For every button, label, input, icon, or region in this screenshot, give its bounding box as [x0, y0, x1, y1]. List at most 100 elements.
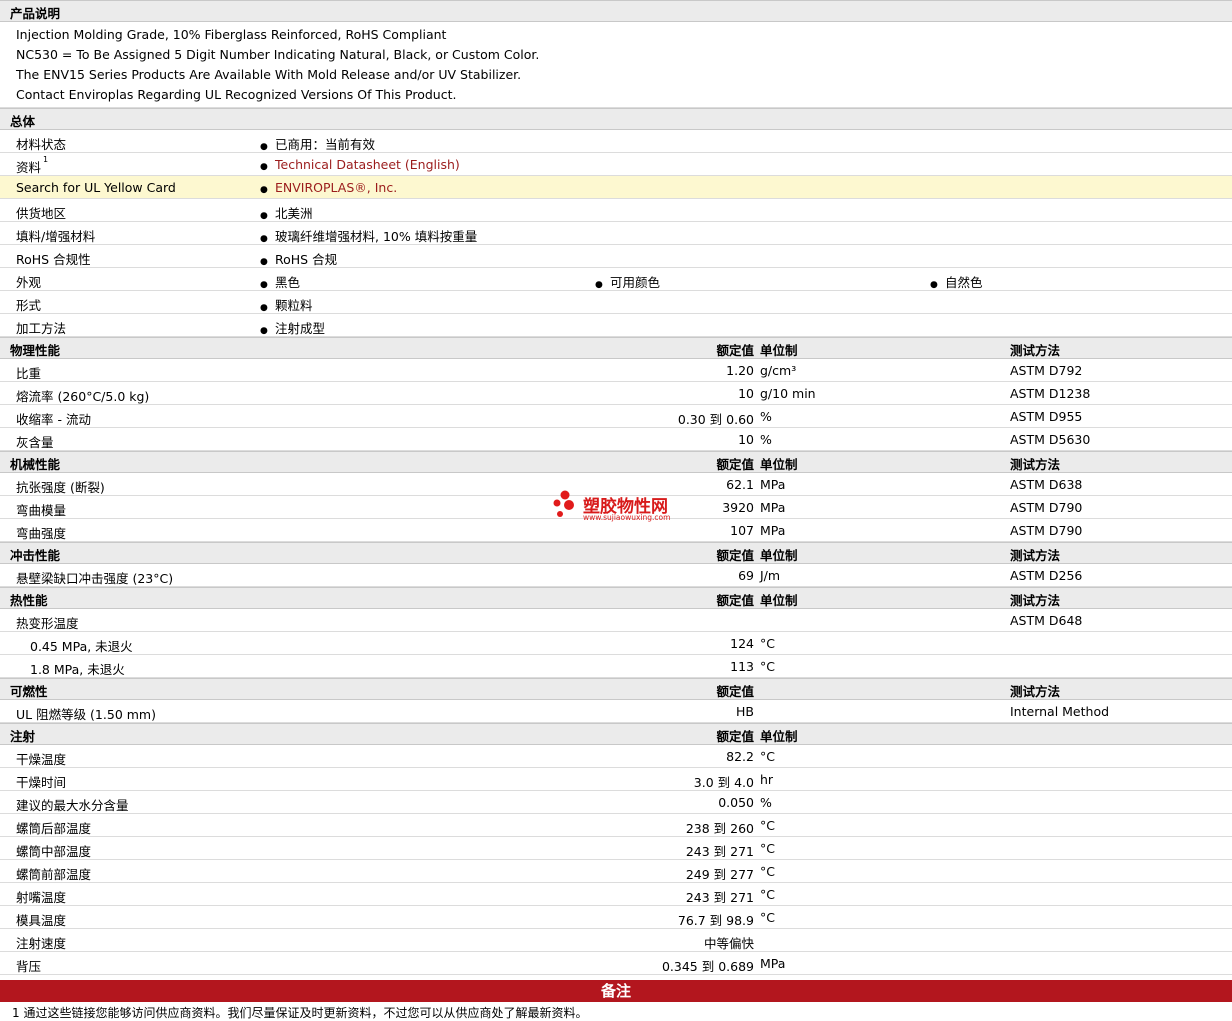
property-label: 干燥温度: [16, 752, 67, 767]
row-label-text: 加工方法: [16, 321, 67, 336]
description-line: Contact Enviroplas Regarding UL Recogniz…: [16, 87, 457, 102]
bullet-icon: ●: [260, 234, 268, 244]
property-unit: °C: [760, 841, 775, 856]
property-unit: MPa: [760, 523, 786, 538]
general-row: 填料/增强材料 ● 玻璃纤维增强材料, 10% 填料按重量: [0, 222, 1232, 245]
property-value: 238 到 260: [685, 821, 754, 836]
general-row: 材料状态 ● 已商用：当前有效: [0, 130, 1232, 153]
property-unit: g/10 min: [760, 386, 816, 401]
bullet-icon: ●: [595, 280, 603, 290]
section-title: 产品说明: [10, 6, 61, 21]
row-label: 外观: [16, 272, 41, 291]
col-header-unit: 单位制: [760, 343, 798, 358]
property-label: 背压: [16, 959, 42, 974]
description-line: The ENV15 Series Products Are Available …: [16, 67, 522, 82]
property-value: 中等偏快: [703, 936, 754, 951]
row-value[interactable]: ● ENVIROPLAS®, Inc.: [260, 180, 397, 195]
property-label: 干燥时间: [16, 775, 67, 790]
property-value: 62.1: [726, 477, 754, 492]
general-row: 资料1 ● Technical Datasheet (English): [0, 153, 1232, 176]
row-label-text: 资料: [16, 160, 42, 175]
col-header-method: 测试方法: [1010, 593, 1061, 608]
row-value: ● 注射成型: [260, 318, 325, 337]
section-title: 冲击性能: [10, 548, 61, 563]
property-unit: J/m: [760, 568, 781, 583]
bullet-icon: ●: [260, 211, 268, 221]
section-header: 热性能 额定值 单位制 测试方法: [0, 587, 1232, 609]
value-text: 已商用：当前有效: [275, 137, 376, 152]
row-value[interactable]: ● Technical Datasheet (English): [260, 157, 460, 172]
property-value: 0.050: [718, 795, 754, 810]
description-line: NC530 = To Be Assigned 5 Digit Number In…: [16, 47, 540, 62]
property-unit: °C: [760, 887, 775, 902]
col-header-unit: 单位制: [760, 729, 798, 744]
row-value: ● 黑色: [260, 272, 300, 291]
property-row: UL 阻燃等级 (1.50 mm) HB Internal Method: [0, 700, 1232, 723]
property-unit: g/cm³: [760, 363, 797, 378]
value-text: RoHS 合规: [275, 252, 338, 267]
col-header-unit: 单位制: [760, 593, 798, 608]
property-row: 收缩率 - 流动 0.30 到 0.60% ASTM D955: [0, 405, 1232, 428]
bullet-icon: ●: [930, 280, 938, 290]
value-link[interactable]: Technical Datasheet (English): [275, 157, 460, 172]
notes-title: 备注: [600, 982, 631, 1000]
property-row: 0.45 MPa, 未退火 124 °C: [0, 632, 1232, 655]
row-label: 填料/增强材料: [16, 226, 95, 245]
general-row: 供货地区 ● 北美洲: [0, 199, 1232, 222]
watermark-logo: 塑胶物性网 www.sujiaowuxing.com: [553, 489, 693, 525]
property-value: 0.345 到 0.689: [661, 959, 754, 974]
property-label: 比重: [16, 366, 42, 381]
property-row: 螺筒中部温度 243 到 271 °C: [0, 837, 1232, 860]
general-row: Search for UL Yellow Card ● ENVIROPLAS®, I…: [0, 176, 1232, 199]
property-value: 1.20: [726, 363, 754, 378]
property-method: Internal Method: [1010, 704, 1110, 719]
property-method: ASTM D790: [1010, 523, 1083, 538]
property-row: 射嘴温度 243 到 271 °C: [0, 883, 1232, 906]
col-header-value: 额定值: [716, 457, 754, 472]
property-label: 建议的最大水分含量: [16, 798, 129, 813]
property-row: 背压 0.345 到 0.689 MPa: [0, 952, 1232, 975]
property-unit: °C: [760, 864, 775, 879]
property-label: 热变形温度: [16, 616, 79, 631]
col-header-value: 额定值: [716, 684, 754, 699]
property-unit: °C: [760, 910, 775, 925]
section-title: 总体: [10, 114, 36, 129]
general-table: 材料状态 ● 已商用：当前有效 资料1 ● Technical Datasheet (En…: [0, 130, 1232, 337]
property-label: 1.8 MPa, 未退火: [30, 662, 125, 677]
property-row: 螺筒前部温度 249 到 277 °C: [0, 860, 1232, 883]
row-label: 供货地区: [16, 203, 66, 222]
property-label: 熔流率 (260°C/5.0 kg): [16, 389, 150, 404]
row-label[interactable]: Search for UL Yellow Card: [16, 180, 176, 195]
col-header-value: 额定值: [716, 729, 754, 744]
value-text: 注射成型: [275, 321, 326, 336]
property-value: 0.30 到 0.60: [677, 412, 754, 427]
property-method: ASTM D638: [1010, 477, 1083, 492]
property-value: 3920: [722, 500, 754, 515]
value-link[interactable]: ENVIROPLAS®, Inc.: [275, 180, 397, 195]
section-title: 机械性能: [10, 457, 61, 472]
col-header-unit: 单位制: [760, 548, 798, 563]
col-header-unit: 单位制: [760, 457, 798, 472]
col-header-method: 测试方法: [1010, 548, 1061, 563]
property-label: 收缩率 - 流动: [16, 412, 91, 427]
value-text: 北美洲: [275, 206, 313, 221]
value-text: 颗粒料: [275, 298, 313, 313]
property-sections: 物理性能 额定值 单位制 测试方法 比重 1.20 g/cm³ ASTM D792 熔流率 (2…: [0, 337, 1232, 998]
watermark-dots-icon: [553, 490, 574, 517]
section-header: 注射 额定值 单位制: [0, 723, 1232, 745]
property-value: 243 到 271: [685, 844, 754, 859]
property-row: 注射速度 中等偏快: [0, 929, 1232, 952]
row-label: 形式: [16, 295, 41, 314]
property-value: HB: [736, 704, 754, 719]
property-label: 悬壁梁缺口冲击强度 (23°C): [16, 571, 174, 586]
bullet-icon: ●: [260, 257, 268, 267]
row-value: ● 自然色: [930, 272, 983, 291]
property-row: 建议的最大水分含量 0.050%: [0, 791, 1232, 814]
bullet-icon: ●: [260, 162, 268, 172]
property-unit: °C: [760, 749, 775, 764]
watermark-url: www.sujiaowuxing.com: [583, 513, 671, 522]
general-row: RoHS 合规性 ● RoHS 合规: [0, 245, 1232, 268]
property-unit: %: [760, 409, 772, 424]
general-row: 外观 ● 黑色 ● 可用颜色 ● 自然色: [0, 268, 1232, 291]
col-header-value: 额定值: [716, 343, 754, 358]
